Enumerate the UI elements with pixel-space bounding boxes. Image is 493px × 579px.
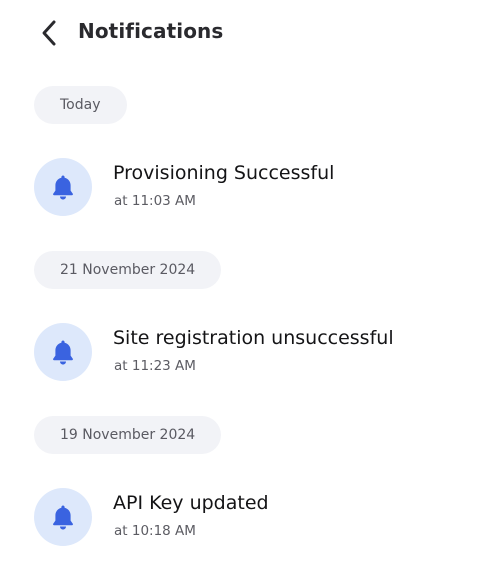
app-header: Notifications [0,0,493,66]
notification-icon-circle [34,488,92,546]
notifications-screen: Notifications Today Provisioning Success… [0,0,493,579]
bell-icon [53,505,73,530]
notification-time: at 11:03 AM [114,193,196,209]
notification-title: API Key updated [113,492,269,514]
page-title: Notifications [78,19,224,43]
date-chip-today: Today [34,86,127,124]
notification-icon-circle [34,158,92,216]
notification-icon-circle [34,323,92,381]
bell-icon [53,175,73,200]
notification-title: Site registration unsuccessful [113,327,394,349]
back-button[interactable] [34,17,64,49]
chevron-left-icon [42,20,56,46]
date-chip-19-november-2024: 19 November 2024 [34,416,222,454]
notification-title: Provisioning Successful [113,162,335,184]
notification-time: at 11:23 AM [114,358,196,374]
notification-item[interactable]: API Key updated at 10:18 AM [34,488,474,548]
date-chip-21-november-2024: 21 November 2024 [34,251,222,289]
notification-item[interactable]: Site registration unsuccessful at 11:23 … [34,323,474,383]
notification-item[interactable]: Provisioning Successful at 11:03 AM [34,158,474,218]
notification-time: at 10:18 AM [114,523,196,539]
bell-icon [53,340,73,365]
